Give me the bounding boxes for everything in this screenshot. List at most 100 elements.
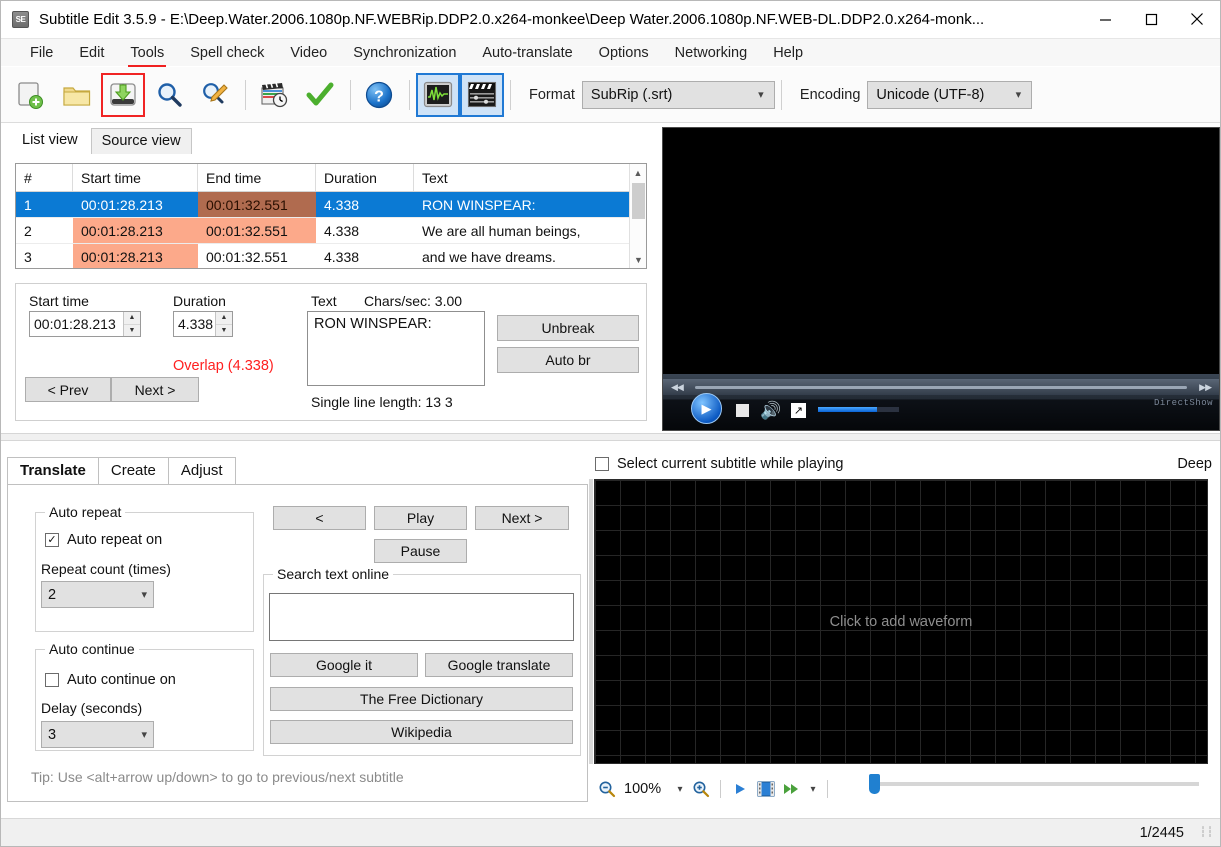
- horizontal-splitter[interactable]: [1, 433, 1220, 441]
- translate-next-button[interactable]: Next >: [475, 506, 569, 530]
- play-icon[interactable]: ▶: [691, 393, 722, 424]
- video-player[interactable]: ◀◀ ▶▶ ▶ 🔊 ↗ DirectShow: [662, 127, 1220, 431]
- auto-continue-group-title: Auto continue: [45, 641, 139, 657]
- translate-play-button[interactable]: Play: [374, 506, 467, 530]
- prev-button[interactable]: < Prev: [25, 377, 111, 402]
- translate-pause-button[interactable]: Pause: [374, 539, 467, 563]
- slider-thumb[interactable]: [869, 774, 880, 794]
- spin-down-icon[interactable]: ▼: [124, 325, 140, 337]
- minimize-button[interactable]: [1082, 1, 1128, 37]
- menu-help[interactable]: Help: [760, 41, 816, 65]
- chevron-down-icon[interactable]: ▾: [672, 776, 688, 802]
- subtitle-list[interactable]: # Start time End time Duration Text 1 00…: [15, 163, 647, 269]
- replace-icon[interactable]: [193, 73, 237, 117]
- tab-list-view[interactable]: List view: [11, 127, 89, 154]
- column-header-end-time[interactable]: End time: [198, 164, 316, 191]
- waveform-toolbar: 100% ▾ ▾: [594, 774, 1208, 804]
- table-row[interactable]: 1 00:01:28.213 00:01:32.551 4.338 RON WI…: [16, 192, 646, 218]
- column-header-text[interactable]: Text: [414, 164, 646, 191]
- menu-edit[interactable]: Edit: [66, 41, 117, 65]
- menu-auto-translate[interactable]: Auto-translate: [469, 41, 585, 65]
- search-input[interactable]: [269, 593, 574, 641]
- select-current-subtitle-checkbox[interactable]: Select current subtitle while playing: [595, 456, 843, 472]
- duration-stepper[interactable]: 4.338 ▲ ▼: [173, 311, 233, 337]
- sync-clapper-icon[interactable]: [252, 73, 296, 117]
- next-button[interactable]: Next >: [111, 377, 199, 402]
- chevron-down-icon[interactable]: ▾: [805, 776, 821, 802]
- wikipedia-button[interactable]: Wikipedia: [270, 720, 573, 744]
- menu-video[interactable]: Video: [277, 41, 340, 65]
- play-icon[interactable]: [727, 776, 753, 802]
- resize-grip-icon[interactable]: ┆┆: [1200, 827, 1214, 838]
- delay-dropdown[interactable]: 3 ▾: [41, 721, 154, 748]
- help-question-icon[interactable]: ?: [357, 73, 401, 117]
- free-dictionary-button[interactable]: The Free Dictionary: [270, 687, 573, 711]
- zoom-out-icon[interactable]: [594, 776, 620, 802]
- waveform-toolbar-separator-1: [720, 780, 721, 798]
- fullscreen-icon[interactable]: ↗: [791, 403, 806, 418]
- repeat-count-dropdown[interactable]: 2 ▾: [41, 581, 154, 608]
- zoom-in-icon[interactable]: [688, 776, 714, 802]
- encoding-dropdown[interactable]: Unicode (UTF-8) ▾: [867, 80, 1033, 109]
- volume-icon[interactable]: 🔊: [760, 402, 781, 419]
- auto-continue-on-checkbox[interactable]: Auto continue on: [45, 672, 176, 688]
- duration-spin-buttons[interactable]: ▲ ▼: [215, 312, 232, 336]
- menu-tools[interactable]: Tools: [117, 41, 177, 69]
- waveform-toggle-icon[interactable]: [416, 72, 460, 117]
- tab-create[interactable]: Create: [97, 457, 169, 485]
- close-button[interactable]: [1174, 1, 1220, 37]
- unbreak-button[interactable]: Unbreak: [497, 315, 639, 341]
- table-row[interactable]: 3 00:01:28.213 00:01:32.551 4.338 and we…: [16, 244, 646, 268]
- menu-synchronization[interactable]: Synchronization: [340, 41, 469, 65]
- spellcheck-checkmark-icon[interactable]: [298, 73, 342, 117]
- menu-file[interactable]: File: [17, 41, 66, 65]
- video-engine-label: DirectShow: [1153, 398, 1213, 408]
- auto-br-button[interactable]: Auto br: [497, 347, 639, 373]
- new-file-icon[interactable]: [9, 73, 53, 117]
- open-folder-icon[interactable]: [55, 73, 99, 117]
- column-header-start-time[interactable]: Start time: [73, 164, 198, 191]
- column-header-number[interactable]: #: [16, 164, 73, 191]
- scrollbar-thumb[interactable]: [632, 183, 645, 219]
- tab-adjust[interactable]: Adjust: [167, 457, 236, 485]
- fast-forward-icon[interactable]: ▶▶: [1191, 382, 1219, 393]
- menu-networking[interactable]: Networking: [662, 41, 761, 65]
- google-translate-button[interactable]: Google translate: [425, 653, 573, 677]
- start-time-spin-buttons[interactable]: ▲ ▼: [123, 312, 140, 336]
- waveform-position-slider[interactable]: [869, 774, 1199, 794]
- start-time-stepper[interactable]: 00:01:28.213 ▲ ▼: [29, 311, 141, 337]
- tab-source-view[interactable]: Source view: [90, 128, 192, 154]
- scroll-down-icon[interactable]: ▼: [630, 251, 646, 268]
- video-seek-bar[interactable]: [694, 385, 1188, 389]
- video-screen[interactable]: [663, 128, 1219, 374]
- spin-up-icon[interactable]: ▲: [124, 312, 140, 325]
- volume-slider[interactable]: [818, 407, 899, 412]
- video-seek-row[interactable]: ◀◀ ▶▶: [663, 379, 1219, 395]
- maximize-button[interactable]: [1128, 1, 1174, 37]
- translate-prev-button[interactable]: <: [273, 506, 366, 530]
- rewind-icon[interactable]: ◀◀: [663, 382, 691, 393]
- list-scrollbar[interactable]: ▲ ▼: [629, 164, 646, 268]
- save-icon[interactable]: [101, 72, 145, 117]
- find-icon[interactable]: [147, 73, 191, 117]
- menu-options[interactable]: Options: [586, 41, 662, 65]
- table-row[interactable]: 2 00:01:28.213 00:01:32.551 4.338 We are…: [16, 218, 646, 244]
- fast-forward-icon[interactable]: [779, 776, 805, 802]
- film-strip-icon[interactable]: [753, 776, 779, 802]
- stop-icon[interactable]: [736, 404, 749, 417]
- video-toggle-icon[interactable]: [460, 72, 504, 117]
- auto-repeat-on-checkbox[interactable]: ✓ Auto repeat on: [45, 532, 162, 548]
- chevron-down-icon: ▾: [758, 89, 764, 101]
- google-it-button[interactable]: Google it: [270, 653, 418, 677]
- spin-up-icon[interactable]: ▲: [216, 312, 232, 325]
- column-header-duration[interactable]: Duration: [316, 164, 414, 191]
- scroll-up-icon[interactable]: ▲: [630, 164, 646, 181]
- waveform-canvas[interactable]: Click to add waveform: [594, 479, 1208, 764]
- format-dropdown[interactable]: SubRip (.srt) ▾: [581, 80, 775, 109]
- chars-per-sec-label: Chars/sec: 3.00: [364, 293, 463, 309]
- waveform-zoom-value[interactable]: 100%: [620, 781, 672, 797]
- spin-down-icon[interactable]: ▼: [216, 325, 232, 337]
- menu-spell-check[interactable]: Spell check: [177, 41, 277, 65]
- tab-translate[interactable]: Translate: [7, 457, 99, 485]
- subtitle-text-editor[interactable]: RON WINSPEAR:: [307, 311, 485, 386]
